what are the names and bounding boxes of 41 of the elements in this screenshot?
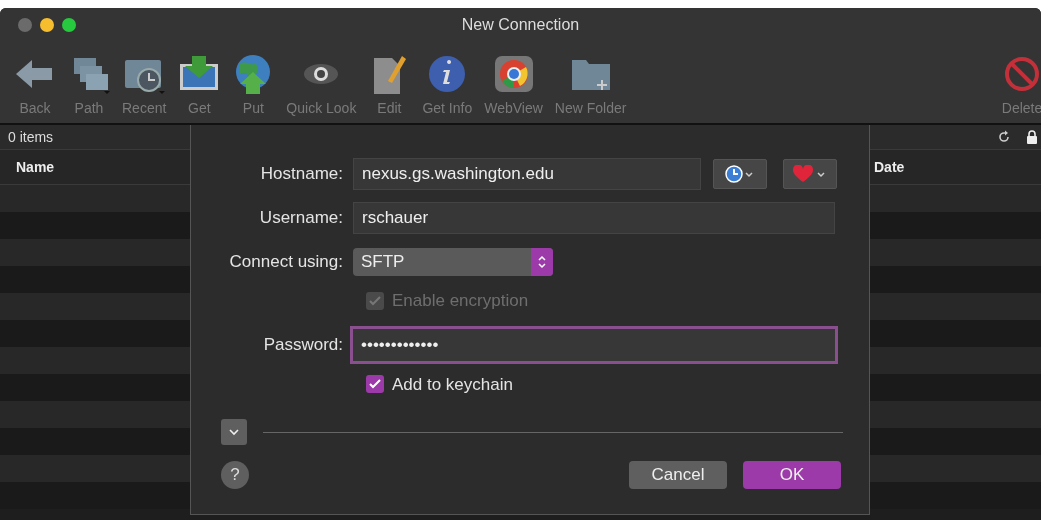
field-label: Username: bbox=[258, 207, 344, 230]
field-label: Connect using: bbox=[228, 251, 344, 274]
password-field[interactable]: ••••••••••••• bbox=[350, 325, 838, 364]
help-button[interactable]: ? bbox=[221, 461, 249, 489]
cancel-button[interactable]: Cancel bbox=[629, 461, 727, 489]
checkmark-icon bbox=[369, 295, 381, 306]
zoom-button[interactable] bbox=[62, 18, 76, 32]
toolbar-button[interactable]: Get Info bbox=[416, 54, 479, 119]
clock-icon bbox=[725, 165, 755, 183]
checkbox-label: Add to keychain bbox=[392, 373, 513, 396]
checkbox-label: Enable encryption bbox=[392, 290, 529, 312]
hostname-field[interactable]: nexus.gs.washington.edu bbox=[353, 158, 701, 190]
ok-button[interactable]: OK bbox=[743, 461, 841, 489]
toolbar-button[interactable]: Path bbox=[62, 54, 116, 119]
lock-icon[interactable] bbox=[1027, 130, 1037, 144]
item-count: 0 items bbox=[8, 127, 54, 147]
toolbar-button[interactable]: Edit bbox=[362, 54, 417, 119]
browser-icon bbox=[492, 54, 535, 94]
toolbar-button[interactable]: Back bbox=[8, 54, 62, 119]
field-label: Hostname: bbox=[259, 163, 344, 186]
stepper-icon bbox=[537, 254, 547, 270]
field-label: Password: bbox=[262, 333, 344, 356]
toolbar-button[interactable]: Get bbox=[172, 54, 227, 119]
disclosure-button[interactable] bbox=[221, 419, 247, 445]
window-title: New Connection bbox=[461, 15, 580, 35]
protocol-select[interactable]: SFTP bbox=[353, 248, 553, 276]
checkmark-icon bbox=[369, 379, 381, 390]
minimize-button[interactable] bbox=[40, 18, 54, 32]
toolbar-button[interactable]: Quick Look bbox=[280, 54, 363, 119]
heart-icon bbox=[793, 165, 827, 183]
toolbar-button[interactable]: Put bbox=[226, 54, 281, 119]
toolbar-button[interactable]: New Folder bbox=[548, 54, 633, 119]
recent-dropdown[interactable] bbox=[713, 159, 767, 189]
toolbar-button[interactable]: Delete bbox=[995, 54, 1041, 119]
checkbox[interactable] bbox=[366, 375, 384, 394]
refresh-icon[interactable] bbox=[997, 130, 1011, 144]
username-field[interactable]: rschauer bbox=[353, 202, 835, 234]
column-header[interactable]: Date bbox=[874, 156, 905, 178]
toolbar-button[interactable]: Recent bbox=[116, 54, 173, 119]
chevron-icon bbox=[229, 428, 239, 436]
toolbar-button[interactable]: WebView bbox=[478, 54, 549, 119]
